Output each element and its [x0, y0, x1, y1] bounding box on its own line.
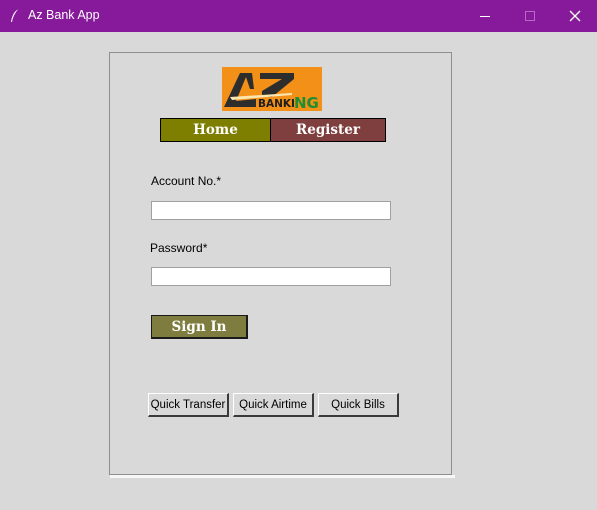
- sign-in-button[interactable]: Sign In: [151, 315, 248, 339]
- quick-transfer-button[interactable]: Quick Transfer: [148, 393, 229, 417]
- minimize-button[interactable]: [462, 0, 508, 32]
- account-number-input[interactable]: [151, 201, 391, 220]
- register-button[interactable]: Register: [270, 118, 386, 142]
- logo-text-banki: BANKI: [258, 98, 295, 110]
- quick-airtime-button[interactable]: Quick Airtime: [233, 393, 314, 417]
- password-input[interactable]: [151, 267, 391, 286]
- password-label: Password*: [150, 241, 208, 255]
- maximize-button[interactable]: [507, 0, 553, 32]
- quick-bills-button[interactable]: Quick Bills: [318, 393, 399, 417]
- logo-text-ng: NG: [294, 94, 319, 111]
- feather-icon: [8, 8, 22, 24]
- home-button[interactable]: Home: [160, 118, 270, 142]
- az-banking-logo: BANKI NG: [222, 67, 322, 111]
- title-bar: Az Bank App: [0, 0, 597, 32]
- close-icon: [569, 7, 581, 26]
- maximize-icon: [524, 7, 536, 26]
- minimize-icon: [479, 7, 491, 26]
- close-button[interactable]: [552, 0, 597, 32]
- account-number-label: Account No.*: [151, 174, 222, 188]
- panel-shadow: [110, 475, 455, 478]
- window-title: Az Bank App: [28, 8, 100, 22]
